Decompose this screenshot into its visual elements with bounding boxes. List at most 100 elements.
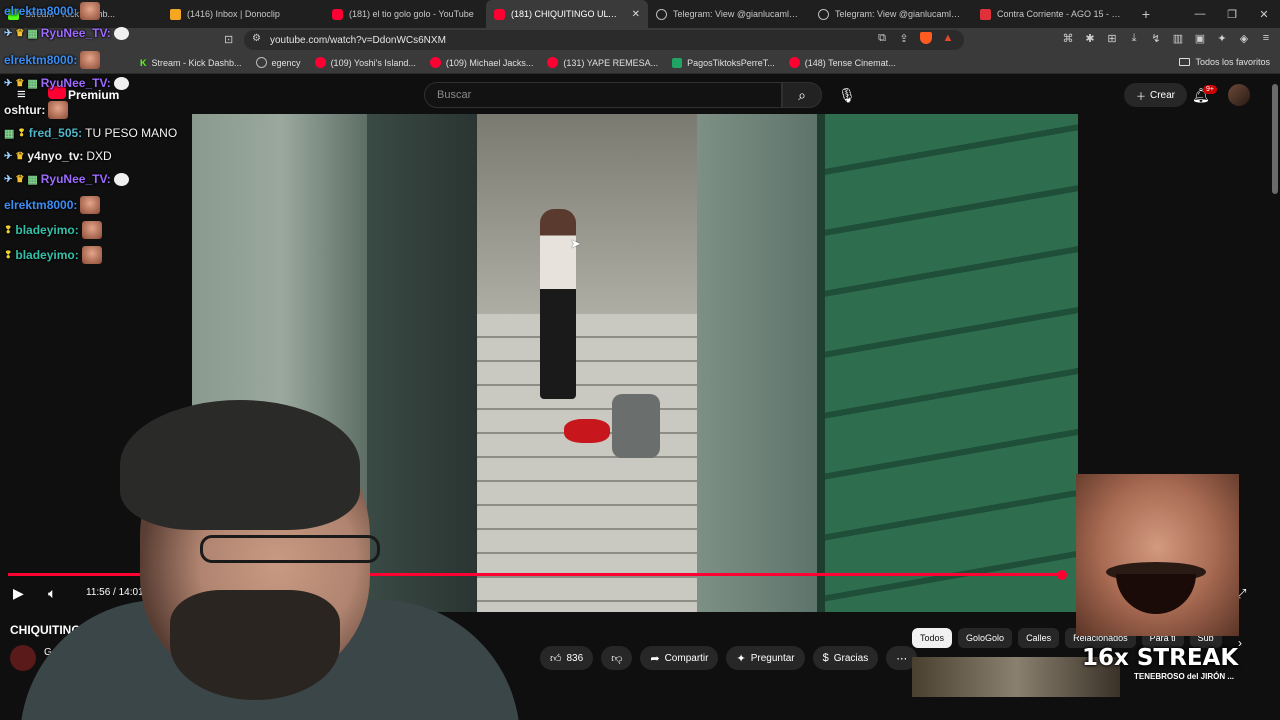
chip-gologolo[interactable]: GoloGolo bbox=[958, 628, 1013, 648]
url-field[interactable]: youtube.com/watch?v=DdonWCs6NXM bbox=[244, 30, 964, 50]
site-settings-icon[interactable]: ⚙ bbox=[252, 33, 261, 44]
face-emote-icon bbox=[81, 221, 102, 239]
search-input[interactable]: Buscar bbox=[424, 82, 782, 108]
bookmark-label: (109) Michael Jacks... bbox=[445, 57, 534, 68]
youtube-icon bbox=[547, 57, 559, 68]
youtube-icon bbox=[788, 57, 800, 68]
minimize-icon[interactable]: — bbox=[1184, 0, 1216, 28]
bookmark-michael[interactable]: (109) Michael Jacks... bbox=[429, 57, 534, 68]
face-emote-icon bbox=[80, 196, 101, 214]
share-icon[interactable]: ⇪ bbox=[898, 32, 910, 47]
maximize-icon[interactable]: ❐ bbox=[1216, 0, 1248, 28]
crown-icon: ♛ bbox=[15, 150, 25, 162]
like-button[interactable]: 👍︎ 836 bbox=[540, 646, 594, 670]
account-avatar[interactable] bbox=[1228, 84, 1250, 106]
webcam-hair bbox=[120, 400, 360, 530]
moderator-sword-icon: ✈ bbox=[4, 173, 13, 185]
share-button[interactable]: ➦ Compartir bbox=[640, 646, 719, 670]
video-frame-green-door bbox=[817, 114, 1078, 612]
tab-youtube-chiquitingo[interactable]: (181) CHIQUITINGO ULTRA BAR... ✕ bbox=[486, 0, 648, 28]
page-scrollbar[interactable] bbox=[1272, 84, 1278, 194]
ai-icon[interactable]: ✦ bbox=[1216, 32, 1228, 45]
video-frame-backpack bbox=[612, 394, 660, 458]
toolbar-icons: ⌘ ✱ ⊞ ⤓ ↯ ▥ ▣ ✦ ◈ ≡ bbox=[1062, 32, 1272, 45]
moderator-sword-icon: ✈ bbox=[4, 77, 13, 89]
plus-icon: ＋ bbox=[1136, 91, 1146, 103]
meme-mouth bbox=[1116, 574, 1196, 614]
youtube-icon bbox=[314, 57, 326, 68]
chat-text: TU PESO MANO bbox=[85, 126, 178, 140]
search-button[interactable]: ⌕ bbox=[782, 82, 822, 108]
bookmark-egency[interactable]: egency bbox=[255, 57, 301, 68]
chat-username: bladeyimo: bbox=[15, 223, 79, 237]
brave-shield-icon[interactable] bbox=[920, 32, 932, 47]
bookmark-tense[interactable]: (148) Tense Cinemat... bbox=[788, 57, 896, 68]
tab-telegram-1[interactable]: Telegram: View @gianlucamldsarchi... bbox=[648, 0, 810, 28]
youtube-icon bbox=[332, 8, 343, 20]
more-dots-icon: ⋯ bbox=[896, 652, 908, 665]
ask-button[interactable]: ✦ Preguntar bbox=[726, 646, 805, 670]
video-frame-red-item bbox=[564, 419, 610, 443]
share-arrow-icon: ➦ bbox=[650, 652, 660, 665]
puzzle-icon[interactable]: ✱ bbox=[1084, 32, 1096, 45]
tab-contra-corriente[interactable]: Contra Corriente - AGO 15 - EL ACO... bbox=[972, 0, 1134, 28]
tab-label: (181) el tio golo golo - YouTube bbox=[349, 9, 474, 19]
bookmark-label: egency bbox=[271, 57, 301, 68]
history-icon[interactable]: ↯ bbox=[1150, 32, 1162, 45]
thanks-button[interactable]: $ Gracias bbox=[812, 646, 879, 670]
chip-calles[interactable]: Calles bbox=[1018, 628, 1060, 648]
bookmark-label: (148) Tense Cinemat... bbox=[804, 57, 896, 68]
menu-icon[interactable]: ≡ bbox=[1260, 32, 1272, 45]
bulb-badge-icon: ❢ bbox=[4, 249, 13, 261]
bookmark-yoshi[interactable]: (109) Yoshi's Island... bbox=[314, 57, 416, 68]
close-tab-icon[interactable]: ✕ bbox=[632, 9, 640, 20]
chevron-right-icon[interactable]: › bbox=[1238, 636, 1242, 650]
new-tab-button[interactable]: + bbox=[1134, 0, 1158, 28]
progress-scrubber[interactable] bbox=[1057, 570, 1067, 580]
crown-icon: ♛ bbox=[15, 173, 25, 185]
wallet-icon[interactable]: ▣ bbox=[1194, 32, 1206, 45]
microphone-icon: 🎙︎ bbox=[838, 86, 856, 103]
page-icon bbox=[255, 57, 267, 68]
tab-label: Telegram: View @gianlucamldsarchi... bbox=[835, 9, 964, 19]
create-button[interactable]: ＋ Crear bbox=[1124, 83, 1188, 107]
tab-youtube-golo[interactable]: (181) el tio golo golo - YouTube bbox=[324, 0, 486, 28]
chat-message: ❢ bladeyimo: bbox=[4, 221, 102, 239]
folder-icon bbox=[1179, 58, 1191, 66]
all-bookmarks[interactable]: Todos los favoritos bbox=[1179, 57, 1270, 67]
bookmark-page-icon[interactable]: ⊡ bbox=[224, 33, 233, 46]
install-icon[interactable]: ⧉ bbox=[876, 32, 888, 47]
download-icon[interactable]: ⤓ bbox=[1128, 32, 1140, 45]
share-label: Compartir bbox=[664, 652, 709, 664]
voice-search-button[interactable]: 🎙︎ bbox=[835, 82, 859, 108]
sidebar-icon[interactable]: ▥ bbox=[1172, 32, 1184, 45]
moderator-sword-icon: ✈ bbox=[4, 150, 13, 162]
tab-telegram-2[interactable]: Telegram: View @gianlucamldsarchi... bbox=[810, 0, 972, 28]
youtube-icon bbox=[429, 57, 441, 68]
bookmark-yape[interactable]: (131) YAPE REMESA... bbox=[547, 57, 658, 68]
speech-bubble-emote-icon bbox=[113, 76, 129, 90]
dislike-button[interactable]: 👎︎ bbox=[601, 646, 633, 670]
rewards-icon[interactable]: ▲ bbox=[942, 32, 954, 47]
chat-message: ✈ ♛ ▦ RyuNee_TV: bbox=[4, 26, 129, 40]
tab-donoclip[interactable]: (1416) Inbox | Donoclip bbox=[162, 0, 324, 28]
chip-todos[interactable]: Todos bbox=[912, 628, 953, 648]
url-actions: ⧉ ⇪ ▲ bbox=[876, 32, 954, 47]
address-bar: ⊡ youtube.com/watch?v=DdonWCs6NXM ⚙ ⧉ ⇪ … bbox=[0, 28, 1280, 52]
tab-label: Contra Corriente - AGO 15 - EL ACO... bbox=[997, 9, 1126, 19]
bookmark-pagos[interactable]: PagosTiktoksPerreT... bbox=[672, 57, 775, 68]
bulb-badge-icon: ❢ bbox=[4, 224, 13, 236]
speech-bubble-emote-icon bbox=[113, 172, 129, 186]
chat-message: ❢ bladeyimo: bbox=[4, 246, 102, 264]
premium-logo-text[interactable]: Premium bbox=[68, 88, 119, 102]
extension-icon[interactable]: ⌘ bbox=[1062, 32, 1074, 45]
bulb-badge-icon: ❢ bbox=[17, 127, 26, 139]
chat-username: fred_505: bbox=[28, 126, 83, 140]
face-emote-icon bbox=[80, 51, 101, 69]
bookmark-kick[interactable]: K Stream - Kick Dashb... bbox=[140, 58, 242, 68]
close-window-icon[interactable]: ✕ bbox=[1248, 0, 1280, 28]
screenshot-icon[interactable]: ⊞ bbox=[1106, 32, 1118, 45]
vpn-icon[interactable]: ◈ bbox=[1238, 32, 1250, 45]
recommended-video-title[interactable]: TENEBROSO del JIRÓN ... bbox=[1134, 672, 1234, 681]
tab-label: (1416) Inbox | Donoclip bbox=[187, 9, 280, 19]
